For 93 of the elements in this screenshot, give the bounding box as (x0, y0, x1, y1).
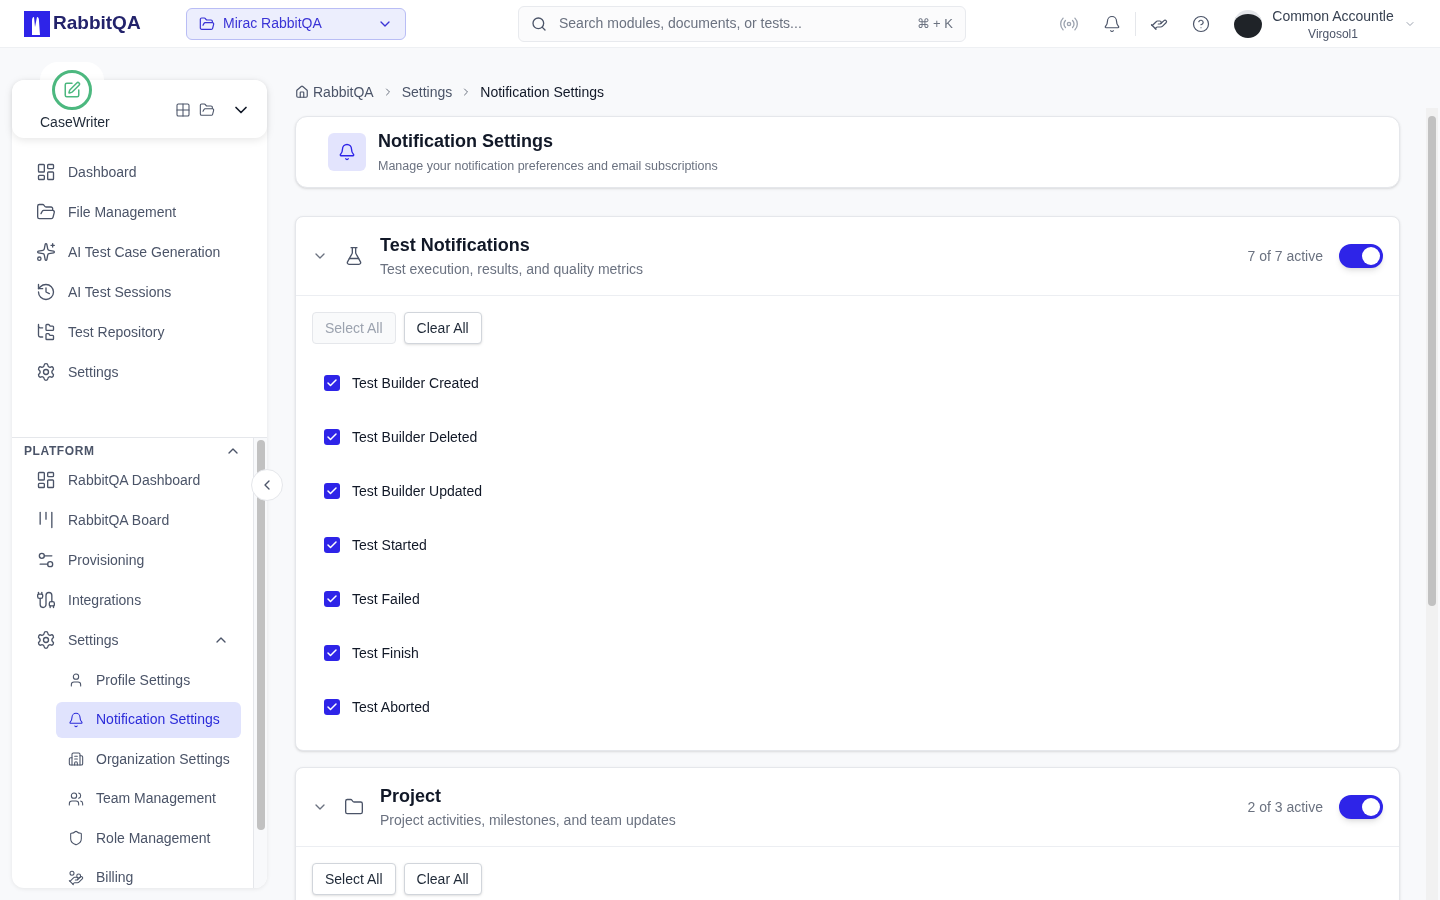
search-field[interactable]: Search modules, documents, or tests... ⌘ + K (518, 5, 966, 42)
nav-item[interactable]: AI Test Sessions (24, 274, 255, 310)
nav-item[interactable]: Settings (24, 354, 255, 390)
nav-item[interactable]: Billing (56, 859, 241, 888)
search-input[interactable]: Search modules, documents, or tests... (559, 13, 905, 34)
checkbox-label: Test Builder Deleted (352, 427, 478, 447)
nav-icon (36, 202, 56, 222)
active-count: 2 of 3 active (1247, 797, 1323, 817)
checkbox[interactable] (324, 537, 340, 553)
nav-item[interactable]: Profile Settings (56, 662, 241, 698)
clear-all-button[interactable]: Clear All (403, 863, 482, 895)
nav-icon (36, 162, 56, 182)
nav-icon (36, 590, 56, 610)
section-title: Test Notifications (380, 233, 531, 257)
checkbox[interactable] (324, 591, 340, 607)
checkbox[interactable] (324, 645, 340, 661)
nav-item[interactable]: AI Test Case Generation (24, 234, 255, 270)
folder-icon (199, 15, 215, 32)
checkbox-label: Test Builder Updated (352, 481, 482, 501)
logo-text: RabbitQA (53, 11, 141, 36)
nav-item[interactable]: Organization Settings (56, 741, 241, 777)
bell-icon (338, 143, 356, 161)
project-selector[interactable]: Mirac RabbitQA (186, 7, 406, 40)
check-icon (326, 647, 338, 659)
section-title: Project (380, 784, 443, 808)
nav-item[interactable]: Dashboard (24, 154, 255, 190)
nav-icon (68, 751, 84, 767)
nav-icon (36, 282, 56, 302)
checkbox-label: Test Builder Created (352, 373, 479, 393)
folder-icon[interactable] (199, 102, 215, 118)
section-subtitle: Test execution, results, and quality metrics (380, 259, 643, 279)
checkbox[interactable] (324, 699, 340, 715)
breadcrumb-link[interactable]: Settings (401, 81, 453, 103)
page-subtitle: Manage your notification preferences and email subscriptions (378, 157, 718, 175)
checkbox[interactable] (324, 375, 340, 391)
checkbox-label: Test Failed (352, 589, 420, 609)
scrollbar-thumb[interactable] (1428, 116, 1436, 606)
help-icon[interactable] (1192, 14, 1210, 33)
flask-icon (344, 246, 364, 266)
scrollbar-thumb[interactable] (256, 440, 265, 830)
folder-icon (344, 797, 364, 817)
avatar[interactable] (1234, 9, 1262, 38)
pen-icon (63, 81, 81, 99)
checkbox[interactable] (324, 429, 340, 445)
nav-icon (68, 711, 84, 728)
grid-icon[interactable] (175, 102, 191, 118)
breadcrumb-link[interactable]: RabbitQA (313, 81, 374, 103)
page-title: Notification Settings (378, 129, 554, 153)
nav-item[interactable]: Team Management (56, 780, 241, 817)
nav-icon (36, 322, 56, 342)
nav-icon (68, 790, 84, 807)
check-icon (326, 539, 338, 551)
toggle-switch[interactable] (1339, 795, 1383, 819)
nav-item[interactable]: Settings (24, 622, 241, 658)
section-label: PLATFORM (24, 443, 95, 460)
nav-icon (36, 550, 56, 570)
nav-icon (36, 470, 56, 490)
search-icon (531, 15, 547, 32)
clear-all-button[interactable]: Clear All (403, 312, 482, 344)
shortcut-hint: ⌘ + K (916, 14, 953, 33)
section-subtitle: Project activities, milestones, and team updates (380, 810, 676, 830)
nav-item[interactable]: Test Repository (24, 314, 255, 350)
active-count: 7 of 7 active (1247, 246, 1323, 266)
app-name: CaseWriter (40, 113, 110, 132)
nav-item[interactable]: Provisioning (24, 542, 241, 578)
nav-icon (68, 830, 84, 846)
logo-icon (24, 10, 50, 37)
checkbox-label: Test Started (352, 535, 427, 555)
checkbox[interactable] (324, 483, 340, 499)
checkbox-label: Test Aborted (352, 697, 430, 717)
check-icon (326, 431, 338, 443)
user-org: Virgosol1 (1308, 25, 1358, 42)
check-icon (326, 485, 338, 497)
nav-icon (36, 630, 56, 650)
bell-icon[interactable] (1103, 14, 1121, 33)
nav-item[interactable]: RabbitQA Dashboard (24, 462, 241, 498)
nav-icon (68, 672, 84, 688)
toggle-switch[interactable] (1339, 244, 1383, 268)
checkbox-label: Test Finish (352, 643, 419, 663)
nav-icon (36, 362, 56, 382)
user-name: Common Accountle (1272, 6, 1394, 26)
nav-icon (68, 869, 84, 886)
check-icon (326, 701, 338, 713)
home-icon[interactable] (295, 85, 309, 99)
nav-item[interactable]: File Management (24, 194, 255, 230)
nav-item[interactable]: Integrations (24, 582, 241, 618)
nav-item[interactable]: Role Management (56, 820, 241, 856)
check-icon (326, 377, 338, 389)
select-all-button[interactable]: Select All (312, 863, 396, 895)
check-icon (326, 593, 338, 605)
nav-item[interactable]: RabbitQA Board (24, 502, 241, 538)
nav-item[interactable]: Notification Settings (56, 701, 241, 738)
nav-icon (36, 242, 56, 262)
